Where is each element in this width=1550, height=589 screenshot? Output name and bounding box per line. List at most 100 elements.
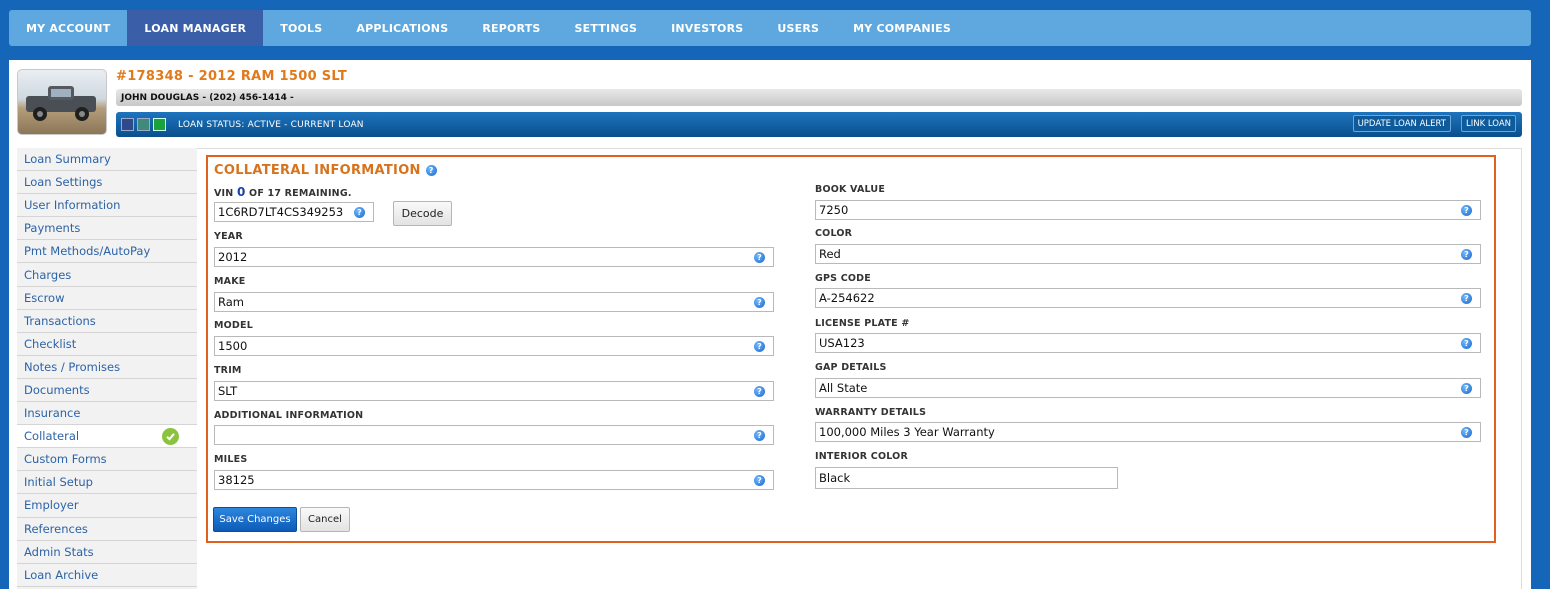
status-square-green-icon[interactable] — [153, 118, 166, 131]
help-icon[interactable]: ? — [1461, 292, 1472, 304]
help-icon[interactable]: ? — [754, 340, 765, 352]
status-square-blue-icon[interactable] — [121, 118, 134, 131]
sidebar-item-label: Notes / Promises — [24, 359, 121, 374]
sidebar-item-label: Transactions — [24, 313, 96, 328]
nav-applications[interactable]: APPLICATIONS — [339, 10, 465, 46]
nav-users[interactable]: USERS — [760, 10, 836, 46]
sidebar-item-initial-setup[interactable]: Initial Setup — [17, 471, 197, 495]
additional-info-label: ADDITIONAL INFORMATION — [214, 410, 364, 421]
model-input[interactable]: 1500 ? — [214, 336, 774, 356]
sidebar-item-label: Insurance — [24, 406, 81, 421]
sidebar-item-pmt-methods[interactable]: Pmt Methods/AutoPay — [17, 240, 197, 264]
nav-loan-manager[interactable]: LOAN MANAGER — [127, 10, 264, 46]
color-label: COLOR — [815, 228, 853, 239]
loan-status-bar: LOAN STATUS: ACTIVE - CURRENT LOAN UPDAT… — [116, 112, 1522, 137]
license-plate-input[interactable]: USA123 ? — [815, 333, 1481, 353]
nav-settings[interactable]: SETTINGS — [558, 10, 655, 46]
sidebar-item-user-information[interactable]: User Information — [17, 194, 197, 218]
year-value: 2012 — [218, 250, 248, 264]
additional-info-input[interactable]: ? — [214, 425, 774, 445]
status-square-teal-icon[interactable] — [137, 118, 150, 131]
gps-code-input[interactable]: A-254622 ? — [815, 288, 1481, 308]
warranty-details-label: WARRANTY DETAILS — [815, 407, 927, 418]
sidebar-item-label: Payments — [24, 221, 81, 236]
vin-input[interactable]: 1C6RD7LT4CS349253 ? — [214, 202, 374, 222]
help-icon[interactable]: ? — [1461, 248, 1472, 260]
sidebar-item-label: References — [24, 521, 88, 536]
interior-color-value: Black — [819, 471, 851, 485]
help-icon[interactable]: ? — [1461, 204, 1472, 216]
decode-button[interactable]: Decode — [393, 201, 452, 226]
gps-code-label: GPS CODE — [815, 273, 871, 284]
sidebar-item-checklist[interactable]: Checklist — [17, 333, 197, 356]
trim-input[interactable]: SLT ? — [214, 381, 774, 401]
sidebar-item-loan-settings[interactable]: Loan Settings — [17, 171, 197, 195]
nav-reports[interactable]: REPORTS — [465, 10, 557, 46]
year-input[interactable]: 2012 ? — [214, 247, 774, 267]
vin-prefix: VIN — [214, 188, 234, 199]
update-loan-alert-button[interactable]: UPDATE LOAN ALERT — [1352, 115, 1451, 132]
sidebar-item-loan-archive[interactable]: Loan Archive — [17, 564, 197, 587]
help-icon[interactable]: ? — [425, 165, 437, 176]
link-loan-button[interactable]: LINK LOAN — [1460, 115, 1516, 132]
make-input[interactable]: Ram ? — [214, 292, 774, 312]
vin-label: VIN 0 OF 17 REMAINING. — [214, 185, 352, 199]
nav-investors[interactable]: INVESTORS — [654, 10, 760, 46]
model-value: 1500 — [218, 339, 248, 353]
sidebar-item-admin-stats[interactable]: Admin Stats — [17, 541, 197, 564]
gap-details-input[interactable]: All State ? — [815, 378, 1481, 398]
borrower-text: JOHN DOUGLAS - (202) 456-1414 - — [121, 92, 294, 103]
model-label: MODEL — [214, 320, 253, 331]
miles-input[interactable]: 38125 ? — [214, 470, 774, 490]
sidebar-item-payments[interactable]: Payments — [17, 217, 197, 241]
help-icon[interactable]: ? — [754, 474, 765, 486]
help-icon[interactable]: ? — [1461, 382, 1472, 394]
help-icon[interactable]: ? — [754, 296, 765, 308]
help-icon[interactable]: ? — [754, 429, 765, 441]
help-icon[interactable]: ? — [354, 206, 365, 218]
loan-status-text: LOAN STATUS: ACTIVE - CURRENT LOAN — [178, 119, 364, 130]
sidebar-item-charges[interactable]: Charges — [17, 263, 197, 287]
sidebar-item-collateral[interactable]: Collateral — [17, 425, 197, 449]
sidebar-item-label: Custom Forms — [24, 452, 107, 467]
sidebar-item-loan-summary[interactable]: Loan Summary — [17, 148, 197, 172]
sidebar-item-label: Charges — [24, 267, 72, 282]
help-icon[interactable]: ? — [754, 385, 765, 397]
year-label: YEAR — [214, 231, 243, 242]
borrower-info: JOHN DOUGLAS - (202) 456-1414 - — [116, 89, 1522, 106]
gap-details-label: GAP DETAILS — [815, 362, 887, 373]
sidebar-item-label: Loan Archive — [24, 567, 99, 582]
vin-suffix: OF 17 REMAINING. — [249, 188, 352, 199]
sidebar-item-label: User Information — [24, 198, 121, 213]
book-value-input[interactable]: 7250 ? — [815, 200, 1481, 220]
sidebar-item-label: Admin Stats — [24, 544, 94, 559]
sidebar-item-label: Employer — [24, 498, 79, 513]
help-icon[interactable]: ? — [1461, 426, 1472, 438]
interior-color-input[interactable]: Black — [815, 467, 1118, 489]
section-title: COLLATERAL INFORMATION ? — [214, 163, 437, 178]
top-nav: MY ACCOUNT LOAN MANAGER TOOLS APPLICATIO… — [9, 10, 1531, 46]
save-changes-button[interactable]: Save Changes — [213, 507, 297, 532]
color-input[interactable]: Red ? — [815, 244, 1481, 264]
license-plate-label: LICENSE PLATE # — [815, 318, 910, 329]
color-value: Red — [819, 247, 841, 261]
sidebar-item-references[interactable]: References — [17, 518, 197, 541]
sidebar-item-documents[interactable]: Documents — [17, 379, 197, 403]
sidebar-item-transactions[interactable]: Transactions — [17, 310, 197, 333]
collateral-form: COLLATERAL INFORMATION ? VIN 0 OF 17 REM… — [206, 155, 1496, 543]
warranty-details-input[interactable]: 100,000 Miles 3 Year Warranty ? — [815, 422, 1481, 442]
sidebar-item-insurance[interactable]: Insurance — [17, 402, 197, 426]
nav-my-account[interactable]: MY ACCOUNT — [9, 10, 127, 46]
nav-tools[interactable]: TOOLS — [263, 10, 339, 46]
nav-my-companies[interactable]: MY COMPANIES — [836, 10, 968, 46]
cancel-button[interactable]: Cancel — [300, 507, 350, 532]
sidebar-item-custom-forms[interactable]: Custom Forms — [17, 448, 197, 472]
vehicle-thumbnail[interactable] — [17, 69, 107, 135]
sidebar-item-employer[interactable]: Employer — [17, 494, 197, 518]
help-icon[interactable]: ? — [754, 251, 765, 263]
collateral-title: COLLATERAL INFORMATION — [214, 163, 421, 178]
sidebar-item-label: Initial Setup — [24, 475, 93, 490]
help-icon[interactable]: ? — [1461, 337, 1472, 349]
sidebar-item-escrow[interactable]: Escrow — [17, 287, 197, 310]
sidebar-item-notes-promises[interactable]: Notes / Promises — [17, 356, 197, 379]
